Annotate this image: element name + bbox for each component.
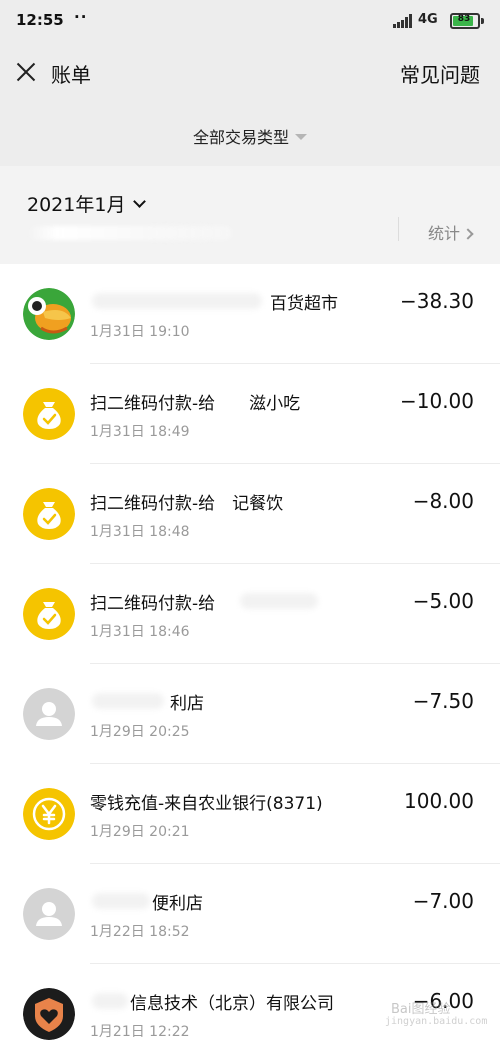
yuan-coin-icon [23, 788, 75, 840]
month-summary: 2021年1月 统计 [0, 166, 500, 264]
signal-icon [393, 14, 413, 28]
notification-dots: ·· [74, 8, 88, 26]
watermark-url: jingyan.baidu.com [385, 1016, 488, 1027]
transaction-title: 便利店 [152, 894, 203, 914]
transaction-time: 1月29日 20:21 [90, 824, 190, 840]
nav-bar: 账单 常见问题 [0, 42, 500, 104]
heart-shield-avatar [23, 988, 75, 1040]
caret-down-icon [295, 133, 307, 140]
transaction-title: 零钱充值-来自农业银行(8371) [90, 794, 323, 814]
transaction-title: 信息技术（北京）有限公司 [130, 994, 334, 1014]
money-bag-icon [23, 488, 75, 540]
chevron-right-icon [462, 228, 474, 240]
transaction-row[interactable]: 便利店 1月22日 18:52 −7.00 [0, 864, 500, 964]
transaction-row[interactable]: 扫二维码付款-给 1月31日 18:46 −5.00 [0, 564, 500, 664]
month-selector[interactable]: 2021年1月 [27, 190, 147, 217]
merchant-bird-avatar [23, 288, 75, 340]
redacted-text [92, 893, 150, 909]
transaction-row[interactable]: 扫二维码付款-给 滋小吃 1月31日 18:49 −10.00 [0, 364, 500, 464]
status-time: 12:55 [16, 11, 64, 29]
transaction-amount: −7.50 [412, 689, 474, 713]
default-user-avatar [23, 688, 75, 740]
transaction-row[interactable]: 百货超市 1月31日 19:10 −38.30 [0, 264, 500, 364]
transaction-title: 利店 [170, 694, 204, 714]
transaction-time: 1月21日 12:22 [90, 1024, 190, 1040]
money-bag-icon [23, 588, 75, 640]
transaction-title: 百货超市 [270, 294, 338, 314]
transaction-row[interactable]: 零钱充值-来自农业银行(8371) 1月29日 20:21 100.00 [0, 764, 500, 864]
transaction-amount: −38.30 [399, 289, 474, 313]
watermark-text: Bai图经验 [391, 1002, 451, 1017]
type-filter-bar: 全部交易类型 [0, 104, 500, 166]
transaction-time: 1月31日 18:48 [90, 524, 190, 540]
money-bag-icon [23, 388, 75, 440]
redacted-summary [27, 226, 232, 240]
redacted-text [92, 693, 164, 709]
chevron-down-icon [133, 195, 147, 208]
stats-label: 统计 [428, 224, 461, 243]
page-title: 账单 [51, 63, 91, 87]
stats-link[interactable]: 统计 [428, 220, 474, 244]
redacted-text [240, 593, 318, 609]
transaction-amount: −7.00 [412, 889, 474, 913]
network-type: 4G [418, 12, 438, 27]
transaction-row[interactable]: 利店 1月29日 20:25 −7.50 [0, 664, 500, 764]
watermark: Bai图经验 jingyan.baidu.com [381, 994, 491, 1034]
redacted-text [92, 293, 262, 309]
transaction-amount: −8.00 [412, 489, 474, 513]
transaction-time: 1月29日 20:25 [90, 724, 190, 740]
battery-icon: 83 [450, 13, 480, 29]
transaction-time: 1月31日 18:46 [90, 624, 190, 640]
redacted-text [92, 993, 128, 1009]
transaction-time: 1月22日 18:52 [90, 924, 190, 940]
divider [398, 217, 399, 241]
battery-level: 83 [457, 14, 471, 24]
month-label: 2021年1月 [27, 194, 126, 216]
transaction-row[interactable]: 扫二维码付款-给 记餐饮 1月31日 18:48 −8.00 [0, 464, 500, 564]
status-bar: 12:55 ·· 4G 83 [0, 0, 500, 42]
transaction-amount: 100.00 [404, 789, 474, 813]
transaction-type-dropdown[interactable]: 全部交易类型 [0, 124, 500, 148]
transaction-amount: −10.00 [399, 389, 474, 413]
transaction-title: 扫二维码付款-给 [90, 594, 216, 614]
default-user-avatar [23, 888, 75, 940]
faq-link[interactable]: 常见问题 [400, 59, 480, 88]
transaction-amount: −5.00 [412, 589, 474, 613]
transaction-title: 扫二维码付款-给 滋小吃 [90, 394, 301, 414]
transaction-type-label: 全部交易类型 [192, 128, 289, 147]
transaction-time: 1月31日 19:10 [90, 324, 190, 340]
close-icon[interactable] [16, 62, 36, 82]
transaction-time: 1月31日 18:49 [90, 424, 190, 440]
transaction-title: 扫二维码付款-给 记餐饮 [90, 494, 284, 514]
transaction-list: 百货超市 1月31日 19:10 −38.30 扫二维码付款-给 滋小吃 1月3… [0, 264, 500, 1042]
